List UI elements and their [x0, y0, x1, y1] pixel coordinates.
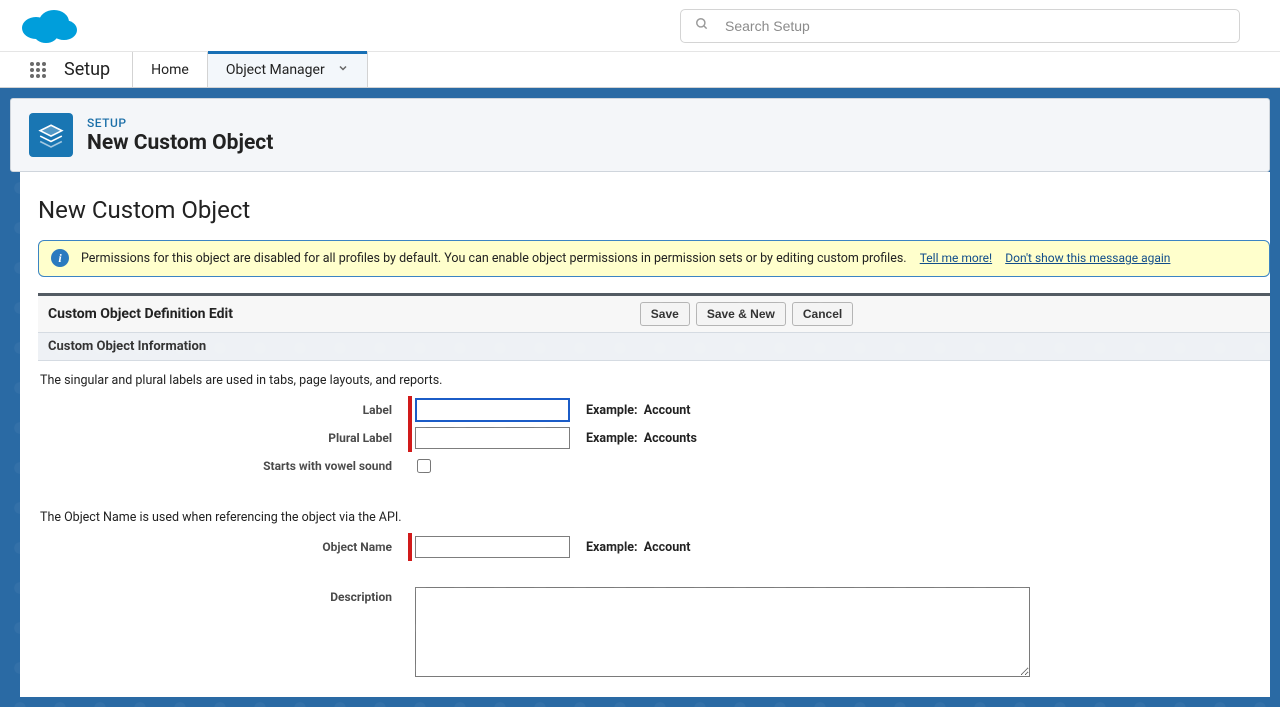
- example-object-name: Account: [644, 540, 691, 555]
- breadcrumb-kicker: SETUP: [87, 116, 273, 130]
- vowel-checkbox[interactable]: [417, 459, 431, 473]
- breadcrumb-title: New Custom Object: [87, 131, 273, 155]
- example-prefix: Example:: [586, 540, 638, 555]
- tab-object-manager[interactable]: Object Manager: [208, 52, 368, 87]
- label-object-name: Object Name: [38, 540, 408, 554]
- example-prefix: Example:: [586, 431, 638, 446]
- plural-label-input[interactable]: [415, 427, 570, 449]
- label-label: Label: [38, 403, 408, 417]
- help-text-labels: The singular and plural labels are used …: [38, 369, 1270, 396]
- section-info-title: Custom Object Information: [38, 332, 1270, 361]
- object-icon: [29, 113, 73, 157]
- dont-show-again-link[interactable]: Don't show this message again: [1005, 251, 1170, 265]
- help-text-api: The Object Name is used when referencing…: [38, 506, 1270, 533]
- save-button[interactable]: Save: [640, 302, 690, 326]
- permissions-banner: i Permissions for this object are disabl…: [38, 240, 1270, 277]
- example-label: Account: [644, 403, 691, 418]
- tab-label: Home: [151, 62, 189, 78]
- banner-text: Permissions for this object are disabled…: [81, 251, 907, 266]
- app-name: Setup: [56, 52, 132, 87]
- label-plural: Plural Label: [38, 431, 408, 445]
- tab-home[interactable]: Home: [132, 52, 208, 87]
- salesforce-logo: [20, 4, 78, 48]
- example-plural: Accounts: [644, 431, 697, 446]
- section-edit-title: Custom Object Definition Edit: [48, 306, 233, 322]
- save-and-new-button[interactable]: Save & New: [696, 302, 786, 326]
- chevron-down-icon[interactable]: [337, 62, 349, 78]
- tell-me-more-link[interactable]: Tell me more!: [920, 251, 992, 265]
- label-vowel: Starts with vowel sound: [38, 459, 408, 473]
- global-search[interactable]: [680, 9, 1240, 43]
- example-prefix: Example:: [586, 403, 638, 418]
- required-indicator: [408, 533, 412, 561]
- required-indicator: [408, 396, 412, 424]
- tab-label: Object Manager: [226, 62, 325, 78]
- search-icon: [695, 17, 709, 35]
- page-title: New Custom Object: [38, 196, 1270, 224]
- object-name-input[interactable]: [415, 536, 570, 558]
- search-input[interactable]: [723, 17, 1225, 35]
- info-icon: i: [51, 249, 69, 267]
- label-input[interactable]: [415, 398, 570, 422]
- app-launcher-icon[interactable]: [20, 52, 56, 87]
- cancel-button[interactable]: Cancel: [792, 302, 853, 326]
- label-description: Description: [38, 587, 408, 604]
- breadcrumb: SETUP New Custom Object: [10, 98, 1270, 172]
- required-indicator: [408, 424, 412, 452]
- description-textarea[interactable]: [415, 587, 1030, 677]
